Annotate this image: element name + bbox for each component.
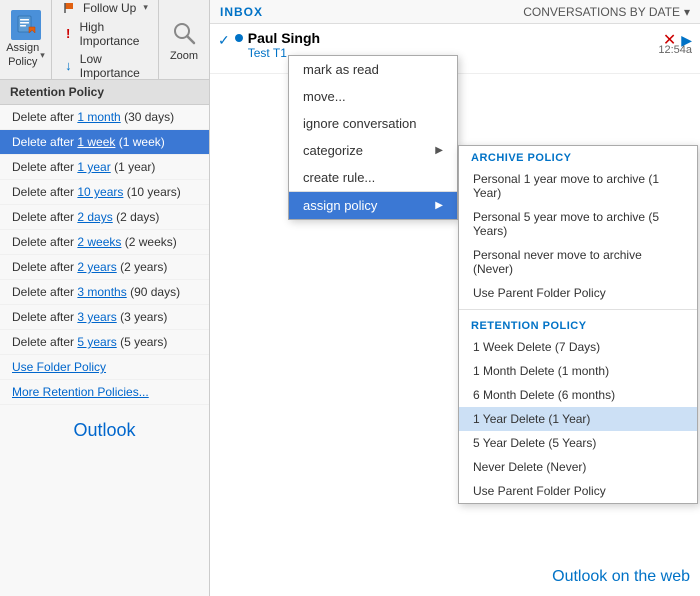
context-menu-mark-as-read[interactable]: mark as read — [289, 56, 457, 83]
retention-policy-section: Retention Policy Delete after 1 month (3… — [0, 80, 209, 405]
high-importance-button[interactable]: ! High Importance — [60, 19, 150, 49]
retention-policy-section-header: RETENTION POLICY — [459, 314, 697, 335]
assign-policy-button[interactable]: AssignPolicy ▾ — [0, 0, 52, 79]
high-importance-icon: ! — [62, 26, 74, 42]
ribbon-flags-section: Follow Up ▾ ! High Importance ↓ Low Impo… — [52, 0, 158, 79]
list-item[interactable]: Delete after 5 years (5 years) — [0, 330, 209, 355]
follow-up-button[interactable]: Follow Up ▾ — [60, 0, 150, 17]
assign-policy-submenu-arrow: ▶ — [435, 200, 443, 211]
zoom-label: Zoom — [170, 50, 198, 62]
context-menu-create-rule[interactable]: create rule... — [289, 164, 457, 191]
outlook-brand: Outlook — [0, 405, 209, 456]
low-importance-icon: ↓ — [62, 58, 75, 74]
submenu-item-never-delete[interactable]: Never Delete (Never) — [459, 455, 697, 479]
submenu-item-1year-delete[interactable]: 1 Year Delete (1 Year) — [459, 407, 697, 431]
submenu-item-1month-delete[interactable]: 1 Month Delete (1 month) — [459, 359, 697, 383]
assign-policy-submenu: ARCHIVE POLICY Personal 1 year move to a… — [458, 145, 698, 504]
follow-up-icon — [62, 0, 78, 16]
zoom-icon — [169, 18, 199, 48]
list-item[interactable]: Delete after 3 years (3 years) — [0, 305, 209, 330]
ribbon-toolbar: AssignPolicy ▾ Follow Up ▾ ! H — [0, 0, 209, 80]
low-importance-label: Low Importance — [80, 52, 148, 80]
retention-policy-list: Delete after 1 month (30 days) Delete af… — [0, 105, 209, 405]
list-item-active[interactable]: Delete after 1 week (1 week) — [0, 130, 209, 155]
conversations-sort-arrow[interactable]: ▾ — [684, 5, 690, 19]
categorize-submenu-arrow: ▶ — [435, 145, 443, 156]
assign-policy-label: AssignPolicy — [6, 42, 39, 68]
submenu-item-archive-never[interactable]: Personal never move to archive (Never) — [459, 243, 697, 281]
submenu-item-parent-folder[interactable]: Use Parent Folder Policy — [459, 479, 697, 503]
conversations-label-text: CONVERSATIONS BY DATE — [523, 5, 680, 19]
context-menu-move[interactable]: move... — [289, 83, 457, 110]
inbox-header-bar: INBOX CONVERSATIONS BY DATE ▾ — [210, 0, 700, 24]
follow-up-label: Follow Up — [83, 1, 136, 15]
submenu-item-archive-5year[interactable]: Personal 5 year move to archive (5 Years… — [459, 205, 697, 243]
list-item[interactable]: Delete after 10 years (10 years) — [0, 180, 209, 205]
left-panel: AssignPolicy ▾ Follow Up ▾ ! H — [0, 0, 210, 596]
high-importance-label: High Importance — [79, 20, 148, 48]
list-item[interactable]: Delete after 1 year (1 year) — [0, 155, 209, 180]
follow-up-arrow[interactable]: ▾ — [143, 2, 148, 13]
submenu-item-1week-delete[interactable]: 1 Week Delete (7 Days) — [459, 335, 697, 359]
context-menu: mark as read move... ignore conversation… — [288, 55, 458, 220]
more-retention-policies-item[interactable]: More Retention Policies... — [0, 380, 209, 405]
email-time: 12:54a — [658, 44, 692, 56]
zoom-button[interactable]: Zoom — [158, 0, 209, 79]
list-item[interactable]: Delete after 2 years (2 years) — [0, 255, 209, 280]
retention-policy-header: Retention Policy — [0, 80, 209, 105]
submenu-item-archive-parent-folder[interactable]: Use Parent Folder Policy — [459, 281, 697, 305]
use-folder-policy-item[interactable]: Use Folder Policy — [0, 355, 209, 380]
submenu-item-6month-delete[interactable]: 6 Month Delete (6 months) — [459, 383, 697, 407]
outlook-web-brand: Outlook on the web — [552, 568, 690, 586]
email-checkmark-icon: ✓ — [218, 32, 230, 49]
list-item[interactable]: Delete after 2 days (2 days) — [0, 205, 209, 230]
list-item[interactable]: Delete after 3 months (90 days) — [0, 280, 209, 305]
submenu-item-5year-delete[interactable]: 5 Year Delete (5 Years) — [459, 431, 697, 455]
main-email-area: INBOX CONVERSATIONS BY DATE ▾ ✓ Paul Sin… — [210, 0, 700, 596]
list-item[interactable]: Delete after 1 month (30 days) — [0, 105, 209, 130]
assign-policy-icon — [11, 10, 41, 40]
conversations-sort[interactable]: CONVERSATIONS BY DATE ▾ — [523, 5, 690, 19]
submenu-item-archive-1year[interactable]: Personal 1 year move to archive (1 Year) — [459, 167, 697, 205]
submenu-divider — [459, 309, 697, 310]
context-menu-assign-policy[interactable]: assign policy ▶ — [289, 192, 457, 219]
list-item[interactable]: Delete after 2 weeks (2 weeks) — [0, 230, 209, 255]
context-menu-categorize[interactable]: categorize ▶ — [289, 137, 457, 164]
context-menu-ignore-conversation[interactable]: ignore conversation — [289, 110, 457, 137]
assign-policy-dropdown-arrow[interactable]: ▾ — [40, 50, 45, 61]
low-importance-button[interactable]: ↓ Low Importance — [60, 51, 150, 81]
archive-policy-section-header: ARCHIVE POLICY — [459, 146, 697, 167]
inbox-label: INBOX — [220, 5, 263, 19]
email-sender: Paul Singh — [248, 30, 692, 46]
unread-indicator — [235, 34, 243, 42]
